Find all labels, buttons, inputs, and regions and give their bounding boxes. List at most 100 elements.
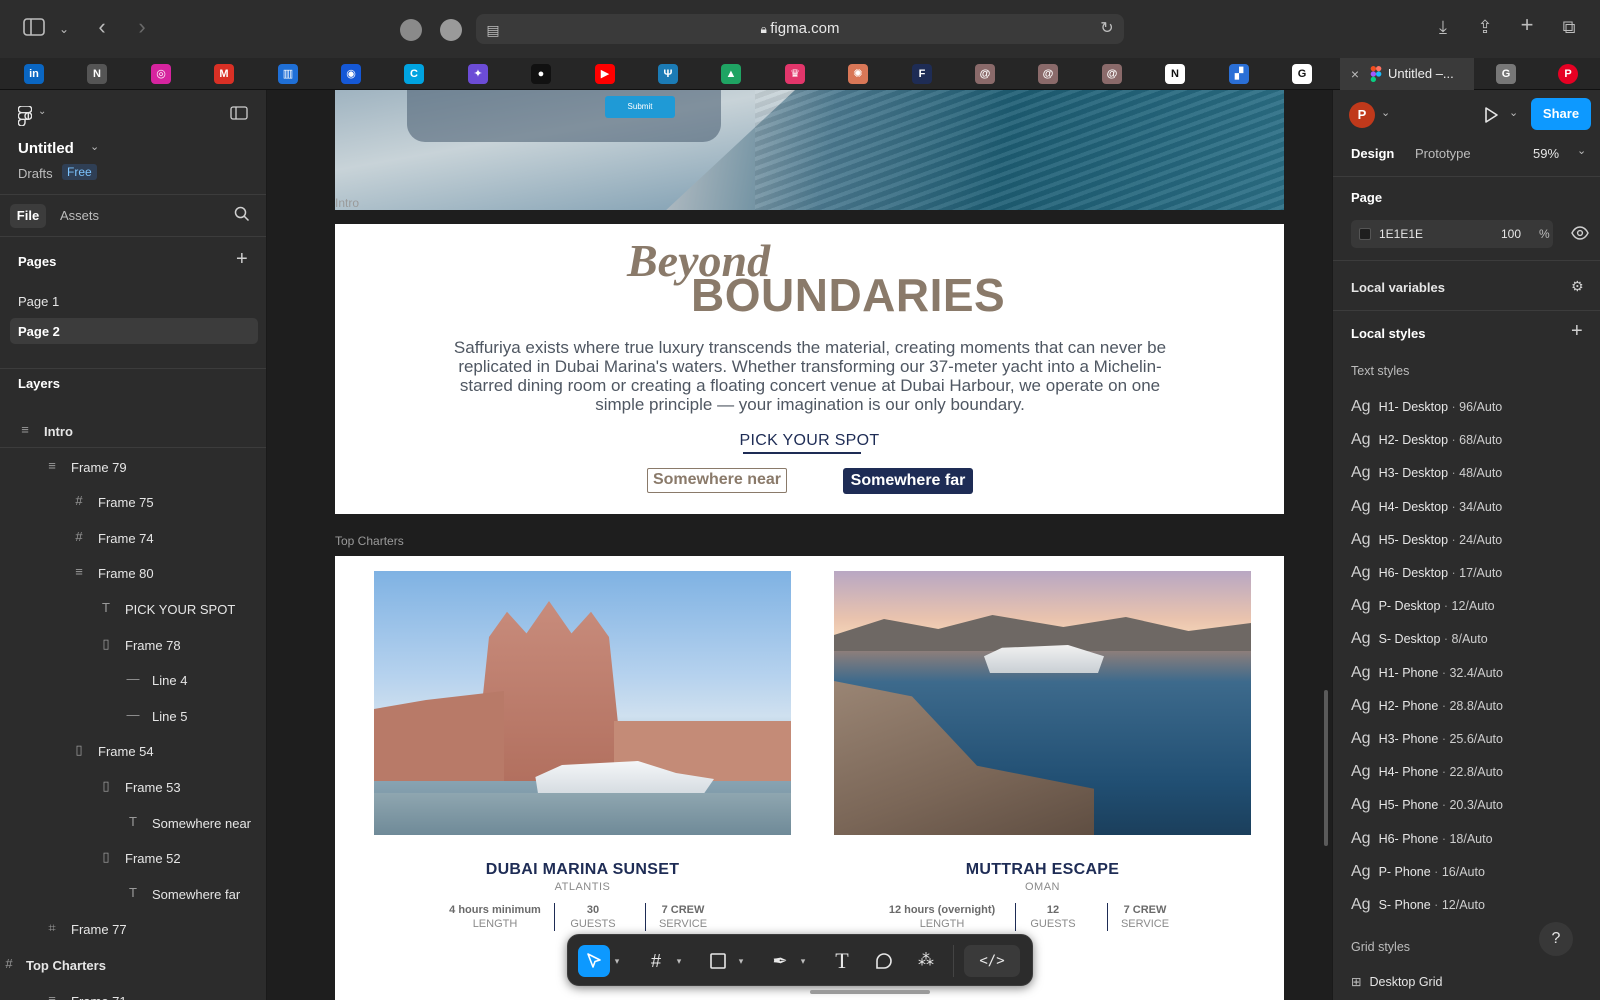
tab-linkedin-icon[interactable]: in bbox=[24, 64, 44, 84]
page-color-hex[interactable]: 1E1E1E bbox=[1379, 227, 1423, 241]
add-page-icon[interactable]: + bbox=[236, 248, 248, 271]
tab-g-icon[interactable]: G bbox=[1496, 64, 1516, 84]
layer-item[interactable]: ⌗ Frame 77 bbox=[0, 912, 266, 946]
new-tab-icon[interactable]: + bbox=[1516, 14, 1538, 36]
forward-icon[interactable]: › bbox=[132, 16, 152, 38]
intro-frame[interactable]: Beyond BOUNDARIES Saffuriya exists where… bbox=[335, 224, 1284, 514]
layer-item[interactable]: ≡ Frame 71 bbox=[0, 984, 266, 1000]
add-style-icon[interactable]: + bbox=[1571, 320, 1583, 343]
chevron-down-icon[interactable]: ▾ bbox=[612, 945, 622, 977]
layer-item[interactable]: — Line 4 bbox=[0, 663, 266, 697]
help-button[interactable]: ? bbox=[1539, 922, 1573, 956]
tab-prototype[interactable]: Prototype bbox=[1415, 146, 1471, 161]
canvas[interactable]: Submit Intro Beyond BOUNDARIES Saffuriya… bbox=[268, 90, 1332, 1000]
chevron-down-icon[interactable]: ⌄ bbox=[56, 19, 72, 39]
tab-file[interactable]: File bbox=[10, 204, 46, 228]
layer-item[interactable]: ▯ Frame 53 bbox=[0, 770, 266, 804]
submit-button[interactable]: Submit bbox=[605, 96, 675, 118]
text-style-item[interactable]: Ag P- Desktop · 12/Auto bbox=[1351, 597, 1495, 617]
text-style-item[interactable]: Ag H6- Phone · 18/Auto bbox=[1351, 830, 1493, 850]
layer-item[interactable]: T PICK YOUR SPOT bbox=[0, 592, 266, 626]
tab-google-drive-icon[interactable]: ▲ bbox=[721, 64, 741, 84]
share-button[interactable]: Share bbox=[1531, 98, 1591, 130]
tab-app-black-icon[interactable]: ● bbox=[531, 64, 551, 84]
tab-app-blue-icon[interactable]: ◉ bbox=[341, 64, 361, 84]
text-style-item[interactable]: Ag P- Phone · 16/Auto bbox=[1351, 863, 1485, 883]
canvas-scrollbar[interactable] bbox=[1324, 690, 1328, 846]
text-style-item[interactable]: Ag H6- Desktop · 17/Auto bbox=[1351, 564, 1502, 584]
page-opacity[interactable]: 100 bbox=[1501, 227, 1521, 241]
tab-assets[interactable]: Assets bbox=[60, 208, 99, 223]
search-icon[interactable] bbox=[234, 206, 250, 222]
download-icon[interactable]: ⤓ bbox=[1432, 17, 1454, 37]
tab-app-bars-icon[interactable]: ▞ bbox=[1229, 64, 1249, 84]
tab-app-n-icon[interactable]: N bbox=[1165, 64, 1185, 84]
move-tool-icon[interactable] bbox=[578, 945, 610, 977]
local-variables-title[interactable]: Local variables bbox=[1351, 280, 1445, 295]
text-style-item[interactable]: Ag H5- Phone · 20.3/Auto bbox=[1351, 796, 1503, 816]
present-icon[interactable] bbox=[1483, 106, 1499, 124]
text-style-item[interactable]: Ag H5- Desktop · 24/Auto bbox=[1351, 531, 1502, 551]
layer-item[interactable]: ▯ Frame 54 bbox=[0, 734, 266, 768]
tab-gmail-icon[interactable]: M bbox=[214, 64, 234, 84]
address-bar[interactable]: ▤ 🔒︎ figma.com ↻ bbox=[476, 14, 1124, 44]
variables-settings-icon[interactable]: ⚙︎ bbox=[1571, 278, 1584, 295]
tab-youtube-icon[interactable]: ▶ bbox=[595, 64, 615, 84]
text-style-item[interactable]: Ag H4- Desktop · 34/Auto bbox=[1351, 498, 1502, 518]
grid-style-item[interactable]: ⊞ Desktop Grid bbox=[1351, 974, 1442, 989]
location-label[interactable]: Drafts bbox=[18, 166, 53, 181]
layer-item[interactable]: # Frame 74 bbox=[0, 521, 266, 555]
text-style-item[interactable]: Ag H2- Desktop · 68/Auto bbox=[1351, 431, 1502, 451]
close-tab-icon[interactable]: × bbox=[1348, 64, 1362, 84]
tab-app-swirl-1-icon[interactable]: @ bbox=[975, 64, 995, 84]
share-icon[interactable]: ⇪ bbox=[1474, 17, 1496, 37]
dev-mode-toggle-icon[interactable]: </> bbox=[964, 945, 1020, 977]
tab-app-swirl-2-icon[interactable]: @ bbox=[1038, 64, 1058, 84]
tab-pinterest-icon[interactable]: P bbox=[1558, 64, 1578, 84]
tab-analytics-icon[interactable]: ▥ bbox=[278, 64, 298, 84]
tab-overview-icon[interactable]: ⧉ bbox=[1558, 17, 1580, 37]
layer-item[interactable]: # Top Charters bbox=[0, 948, 266, 982]
tab-notion-icon[interactable]: N bbox=[87, 64, 107, 84]
text-style-item[interactable]: Ag H2- Phone · 28.8/Auto bbox=[1351, 697, 1503, 717]
page-item[interactable]: Page 1 bbox=[18, 294, 59, 309]
tab-google-icon[interactable]: G bbox=[1292, 64, 1312, 84]
grammarly-extension-icon[interactable] bbox=[400, 19, 422, 41]
text-style-item[interactable]: Ag H3- Phone · 25.6/Auto bbox=[1351, 730, 1503, 750]
rectangle-tool-icon[interactable] bbox=[702, 945, 734, 977]
back-icon[interactable]: ‹ bbox=[92, 16, 112, 38]
layer-item[interactable]: ≡ Intro bbox=[0, 414, 266, 448]
file-name[interactable]: Untitled bbox=[18, 140, 74, 157]
tab-app-swirl-3-icon[interactable]: @ bbox=[1102, 64, 1122, 84]
tab-canva-icon[interactable]: C bbox=[404, 64, 424, 84]
tab-claude-icon[interactable]: ✺ bbox=[848, 64, 868, 84]
avatar[interactable]: P bbox=[1349, 102, 1375, 128]
layer-item[interactable]: # Frame 75 bbox=[0, 485, 266, 519]
frame-tool-icon[interactable]: # bbox=[640, 945, 672, 977]
chevron-down-icon[interactable]: ⌄ bbox=[1577, 144, 1586, 157]
text-style-item[interactable]: Ag S- Phone · 12/Auto bbox=[1351, 896, 1485, 916]
chevron-down-icon[interactable]: ⌄ bbox=[1509, 106, 1518, 119]
tab-app-teal-icon[interactable]: Ψ bbox=[658, 64, 678, 84]
chevron-down-icon[interactable]: ▾ bbox=[736, 945, 746, 977]
tab-app-purple-icon[interactable]: ✦ bbox=[468, 64, 488, 84]
text-tool-icon[interactable]: T bbox=[826, 945, 858, 977]
layer-item[interactable]: — Line 5 bbox=[0, 699, 266, 733]
text-style-item[interactable]: Ag H1- Phone · 32.4/Auto bbox=[1351, 664, 1503, 684]
layer-item[interactable]: T Somewhere far bbox=[0, 877, 266, 911]
text-style-item[interactable]: Ag H4- Phone · 22.8/Auto bbox=[1351, 763, 1503, 783]
tab-figma-active[interactable]: × Untitled –... bbox=[1340, 58, 1474, 90]
chevron-down-icon[interactable]: ▾ bbox=[798, 945, 808, 977]
zoom-level[interactable]: 59% bbox=[1533, 146, 1559, 161]
pen-tool-icon[interactable]: ✒︎ bbox=[764, 945, 796, 977]
layer-item[interactable]: ▯ Frame 78 bbox=[0, 628, 266, 662]
text-style-item[interactable]: Ag H1- Desktop · 96/Auto bbox=[1351, 398, 1502, 418]
layer-item[interactable]: ▯ Frame 52 bbox=[0, 841, 266, 875]
tab-instagram-icon[interactable]: ◎ bbox=[151, 64, 171, 84]
eye-icon[interactable] bbox=[1571, 226, 1589, 240]
reload-icon[interactable]: ↻ bbox=[1098, 19, 1116, 39]
chevron-down-icon[interactable]: ▾ bbox=[674, 945, 684, 977]
text-style-item[interactable]: Ag H3- Desktop · 48/Auto bbox=[1351, 464, 1502, 484]
sidebar-toggle-icon[interactable] bbox=[22, 18, 46, 40]
tab-app-crown-icon[interactable]: ♛ bbox=[785, 64, 805, 84]
